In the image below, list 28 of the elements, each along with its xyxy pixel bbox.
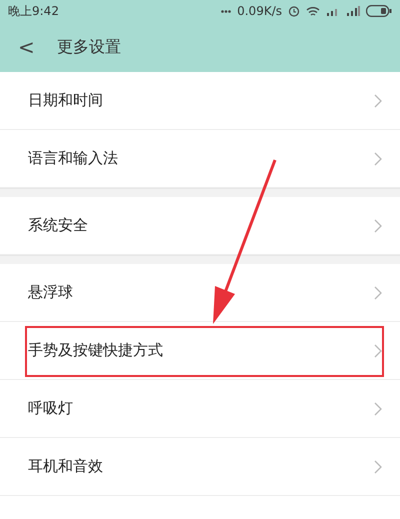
settings-item[interactable]: 呼吸灯: [0, 380, 400, 438]
item-label: 耳机和音效: [28, 457, 103, 476]
page-title: 更多设置: [56, 36, 121, 58]
back-button[interactable]: <: [18, 35, 35, 59]
item-label: 语言和输入法: [28, 149, 118, 168]
settings-item[interactable]: 日期和时间: [0, 72, 400, 130]
signal-icon: [346, 6, 360, 16]
chevron-icon: [374, 402, 382, 416]
item-label: 呼吸灯: [28, 399, 73, 418]
wifi-icon: [306, 6, 320, 16]
chevron-icon: [374, 152, 382, 166]
settings-item[interactable]: 手势及按键快捷方式: [0, 322, 400, 380]
chevron-icon: [374, 344, 382, 358]
network-speed: 0.09K/s: [237, 4, 282, 18]
item-label: 悬浮球: [28, 283, 73, 302]
settings-item[interactable]: 耳机和音效: [0, 438, 400, 496]
item-label: 日期和时间: [28, 91, 103, 110]
battery-icon: [366, 5, 392, 17]
chevron-icon: [374, 286, 382, 300]
chevron-icon: [374, 218, 382, 232]
chevron-icon: [374, 94, 382, 108]
more-dots-icon: [221, 10, 232, 12]
item-label: 手势及按键快捷方式: [28, 341, 163, 360]
item-label: 系统安全: [28, 216, 88, 235]
alarm-icon: [288, 5, 300, 17]
chevron-icon: [374, 460, 382, 474]
status-time: 晚上9:42: [8, 2, 59, 20]
signal-icon: [326, 6, 340, 16]
